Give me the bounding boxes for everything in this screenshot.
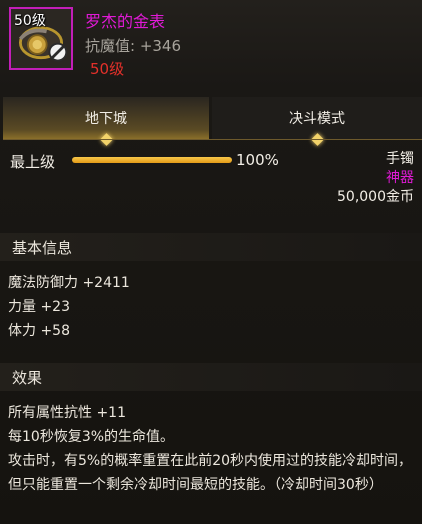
effect-header: 效果: [0, 363, 422, 391]
quality-percent: 100%: [236, 151, 279, 169]
item-level-requirement: 50级: [90, 60, 125, 78]
tab-duel-mode-label: 决斗模式: [289, 111, 345, 127]
basic-info-header: 基本信息: [0, 233, 422, 261]
tab-dungeon-label: 地下城: [85, 111, 127, 127]
basic-stat-line: 力量 +23: [8, 299, 70, 315]
basic-stat-line: 体力 +58: [8, 323, 70, 339]
tab-dungeon[interactable]: 地下城: [3, 97, 209, 146]
item-name: 罗杰的金表: [85, 12, 166, 31]
effect-line: 每10秒恢复3%的生命值。: [8, 429, 175, 445]
item-info-column: 手镯 神器 50,000金币: [337, 150, 414, 207]
item-icon-frame[interactable]: 50级: [9, 7, 73, 70]
item-level-tag: 50级: [14, 13, 46, 29]
basic-stat-line: 魔法防御力 +2411: [8, 275, 130, 291]
item-header: 50级 罗杰的金表 抗魔值: +346 50级: [0, 0, 422, 88]
no-entry-icon: [48, 42, 68, 62]
tab-divider: [3, 139, 422, 140]
mode-tabs: 地下城 决斗模式: [0, 97, 422, 146]
item-magic-resist: 抗魔值: +346: [85, 37, 182, 55]
item-type: 手镯: [386, 151, 414, 167]
quality-progress-bar: [72, 157, 232, 163]
quality-progress-fill: [72, 157, 232, 163]
effect-line: 所有属性抗性 +11: [8, 405, 126, 421]
item-tooltip-panel: 50级 罗杰的金表 抗魔值: +346 50级 地下城 决斗模式 最上级 100…: [0, 0, 422, 524]
quality-label: 最上级: [10, 153, 56, 171]
effect-title: 效果: [12, 369, 43, 387]
basic-info-title: 基本信息: [12, 239, 73, 257]
item-rarity: 神器: [386, 170, 414, 186]
effect-description: 攻击时，有5%的概率重置在此前20秒内使用过的技能冷却时间，但只能重置一个剩余冷…: [8, 453, 413, 493]
tab-duel-mode[interactable]: 决斗模式: [212, 97, 422, 146]
item-price: 50,000金币: [337, 189, 414, 205]
